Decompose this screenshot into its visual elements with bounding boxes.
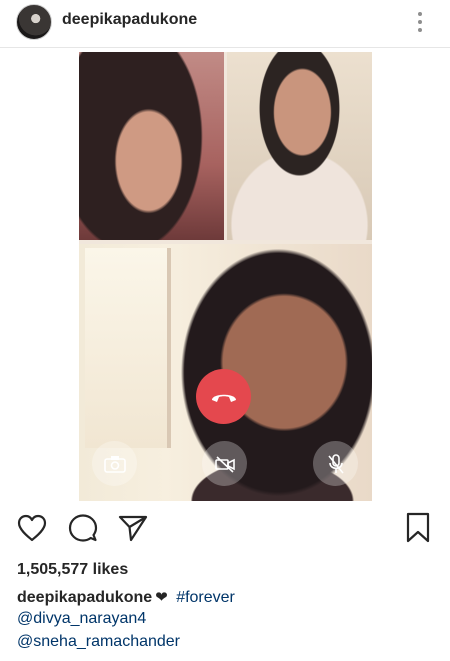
hashtag-link[interactable]: #forever <box>176 589 235 606</box>
end-call-icon <box>211 394 236 402</box>
post-actions <box>0 508 450 552</box>
mic-off-icon <box>327 453 344 474</box>
save-button[interactable] <box>401 508 435 548</box>
video-tile-1 <box>79 52 224 240</box>
window-background <box>85 248 171 448</box>
video-tile-2 <box>227 52 372 240</box>
post-header: deepikapadukone <box>0 0 450 48</box>
comment-button[interactable] <box>66 508 100 548</box>
like-button[interactable] <box>15 508 49 548</box>
heart-icon <box>17 514 47 542</box>
post-image[interactable] <box>79 52 372 501</box>
switch-camera-button <box>92 441 137 486</box>
avatar[interactable] <box>16 4 52 40</box>
likes-count[interactable]: 1,505,577 likes <box>17 561 128 579</box>
mute-button <box>313 441 358 486</box>
mention-link-1[interactable]: @divya_narayan4 <box>17 610 146 628</box>
post-username[interactable]: deepikapadukone <box>62 11 197 29</box>
caption-heart-emoji: ❤ <box>155 589 168 606</box>
video-off-icon <box>214 455 235 473</box>
bookmark-icon <box>406 512 430 543</box>
switch-camera-icon <box>103 455 126 473</box>
end-call-button <box>196 369 251 424</box>
share-button[interactable] <box>116 508 150 548</box>
mention-link-2[interactable]: @sneha_ramachander <box>17 633 180 651</box>
video-toggle-button <box>202 441 247 486</box>
caption-username[interactable]: deepikapadukone <box>17 589 152 606</box>
share-icon <box>118 515 148 542</box>
caption: deepikapadukone ❤ #forever <box>17 586 235 609</box>
comment-icon <box>68 514 98 542</box>
more-options-icon[interactable] <box>408 8 432 36</box>
